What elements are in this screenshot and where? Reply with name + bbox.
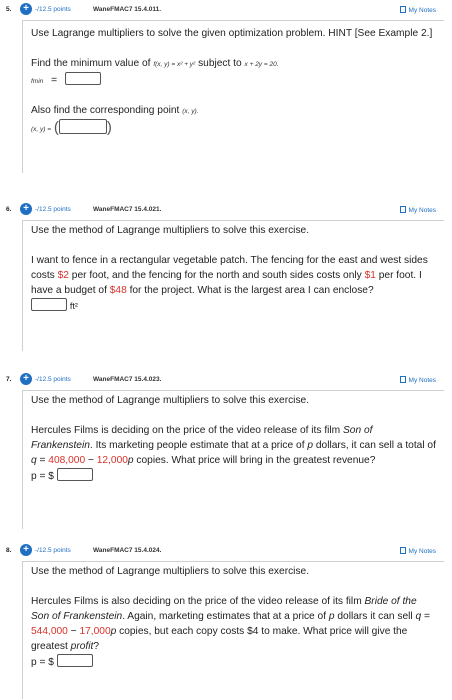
instruction-text: Use the method of Lagrange multipliers t… <box>31 566 310 577</box>
also-find-label: Also find the corresponding point <box>31 105 180 116</box>
answer-row: p = $ <box>23 654 444 670</box>
question-7: 7. + -/12.5 points WaneFMAC7 15.4.023. M… <box>0 370 452 529</box>
source-label: WaneFMAC7 15.4.011. <box>93 6 162 13</box>
answer-row: p = $ <box>23 468 444 484</box>
find-text: Find the minimum value of f(x, y) = x² +… <box>23 56 444 72</box>
question-5: 5. + -/12.5 points WaneFMAC7 15.4.011. M… <box>0 0 452 173</box>
equals-sign: = <box>51 75 58 86</box>
my-notes-label: My Notes <box>408 377 436 384</box>
budget-value: $48 <box>109 285 127 296</box>
my-notes-label: My Notes <box>408 207 436 214</box>
instruction-text: Use Lagrange multipliers to solve the gi… <box>31 28 433 39</box>
unit-label: ft² <box>69 301 78 311</box>
subject-to-text: subject to <box>198 58 242 69</box>
question-body: Use the method of Lagrange multipliers t… <box>22 220 444 351</box>
point-label: (x, y) = <box>31 126 52 133</box>
problem-text: Hercules Films is deciding on the price … <box>31 425 436 466</box>
my-notes-label: My Notes <box>408 548 436 555</box>
answer-row: ft² <box>23 298 444 314</box>
notes-icon <box>399 206 406 213</box>
source-label: WaneFMAC7 15.4.021. <box>93 206 162 213</box>
my-notes-link[interactable]: My Notes <box>399 376 436 384</box>
find-prefix: Find the minimum value of <box>31 58 151 69</box>
north-south-cost: $1 <box>364 270 376 281</box>
question-body: Use the method of Lagrange multipliers t… <box>22 561 444 699</box>
point-row: (x, y) = () <box>23 119 444 137</box>
my-notes-link[interactable]: My Notes <box>399 206 436 214</box>
question-number: 8. <box>6 547 12 554</box>
demand-slope: 12,000 <box>96 455 128 466</box>
question-number: 5. <box>6 6 12 13</box>
point-input[interactable] <box>58 119 107 134</box>
source-label: WaneFMAC7 15.4.023. <box>93 376 162 383</box>
question-6: 6. + -/12.5 points WaneFMAC7 15.4.021. M… <box>0 200 452 351</box>
fmin-input[interactable] <box>64 72 101 85</box>
demand-intercept: 408,000 <box>48 455 86 466</box>
answer-label: p = $ <box>31 657 54 668</box>
points-label: -/12.5 points <box>35 6 71 13</box>
question-8: 8. + -/12.5 points WaneFMAC7 15.4.024. M… <box>0 541 452 699</box>
expand-plus-icon[interactable]: + <box>20 373 32 385</box>
my-notes-link[interactable]: My Notes <box>399 6 436 14</box>
my-notes-label: My Notes <box>408 7 436 14</box>
expand-plus-icon[interactable]: + <box>20 3 32 15</box>
question-header: 5. + -/12.5 points WaneFMAC7 15.4.011. M… <box>0 0 452 20</box>
notes-icon <box>399 6 406 13</box>
question-header: 6. + -/12.5 points WaneFMAC7 15.4.021. M… <box>0 200 452 220</box>
instruction-text: Use the method of Lagrange multipliers t… <box>31 395 310 406</box>
fmin-row: fmin = <box>23 72 444 89</box>
function-expression: f(x, y) = x² + y² <box>153 61 196 68</box>
points-label: -/12.5 points <box>35 547 71 554</box>
question-number: 6. <box>6 206 12 213</box>
price-input[interactable] <box>56 468 93 481</box>
notes-icon <box>399 547 406 554</box>
expand-plus-icon[interactable]: + <box>20 203 32 215</box>
instruction-text: Use the method of Lagrange multipliers t… <box>31 225 310 236</box>
fmin-label: fmin <box>31 78 44 85</box>
close-paren: ) <box>106 119 112 136</box>
demand-intercept: 544,000 <box>31 626 68 637</box>
question-header: 7. + -/12.5 points WaneFMAC7 15.4.023. M… <box>0 370 452 390</box>
question-body: Use Lagrange multipliers to solve the gi… <box>22 20 444 173</box>
east-west-cost: $2 <box>57 270 69 281</box>
notes-icon <box>399 376 406 383</box>
question-header: 8. + -/12.5 points WaneFMAC7 15.4.024. M… <box>0 541 452 561</box>
point-expression: (x, y). <box>182 108 199 115</box>
source-label: WaneFMAC7 15.4.024. <box>93 547 162 554</box>
answer-label: p = $ <box>31 471 54 482</box>
constraint-expression: x + 2y = 20. <box>244 61 279 68</box>
problem-text: Hercules Films is also deciding on the p… <box>31 596 430 652</box>
points-label: -/12.5 points <box>35 206 71 213</box>
price-input[interactable] <box>56 654 93 667</box>
problem-text: I want to fence in a rectangular vegetab… <box>31 255 428 296</box>
profit-word: profit <box>70 641 94 652</box>
question-body: Use the method of Lagrange multipliers t… <box>22 390 444 529</box>
area-input[interactable] <box>31 298 67 311</box>
demand-slope: 17,000 <box>79 626 111 637</box>
my-notes-link[interactable]: My Notes <box>399 547 436 555</box>
also-find-text: Also find the corresponding point (x, y)… <box>23 103 444 119</box>
points-label: -/12.5 points <box>35 376 71 383</box>
expand-plus-icon[interactable]: + <box>20 544 32 556</box>
question-number: 7. <box>6 376 12 383</box>
